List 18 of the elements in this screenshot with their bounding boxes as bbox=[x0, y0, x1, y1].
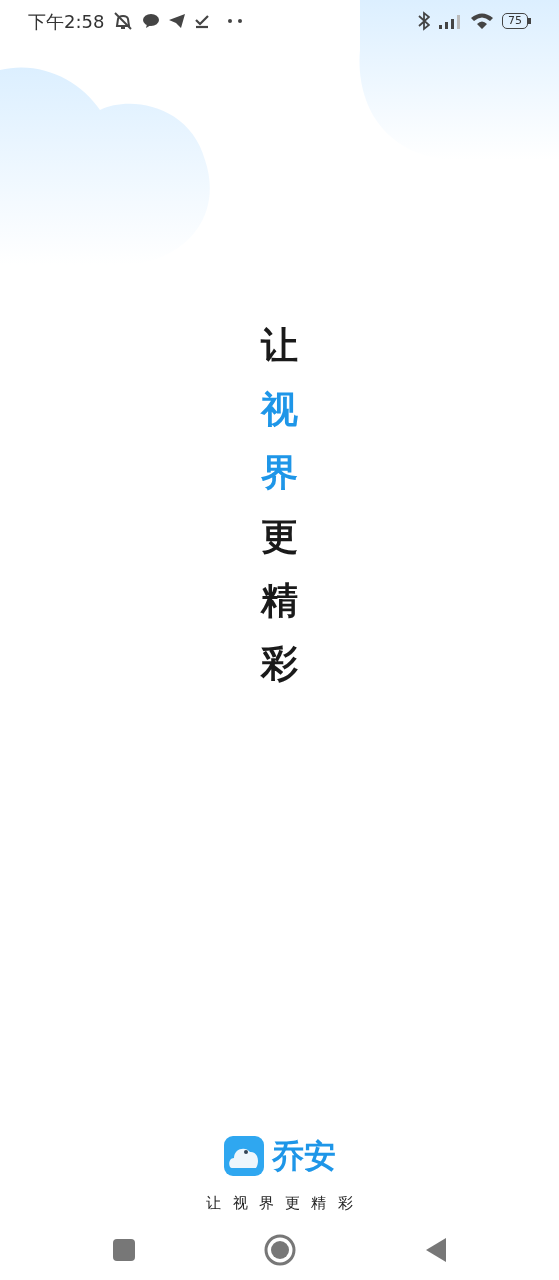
signal-icon bbox=[438, 13, 462, 29]
send-icon bbox=[168, 13, 187, 29]
home-button[interactable] bbox=[263, 1234, 296, 1266]
status-time: 下午2:58 bbox=[28, 9, 105, 34]
battery-tip-icon bbox=[528, 18, 531, 24]
slogan-text: 视界 bbox=[261, 386, 298, 497]
slogan-text: 让 bbox=[261, 323, 298, 369]
bluetooth-icon bbox=[418, 11, 430, 31]
recent-apps-button[interactable] bbox=[112, 1239, 135, 1261]
chat-bubble-icon bbox=[142, 13, 161, 29]
download-done-icon bbox=[194, 13, 211, 29]
slogan-text: 更精彩 bbox=[261, 513, 298, 688]
more-icon bbox=[226, 18, 245, 24]
brand-name: 乔安 bbox=[271, 1139, 336, 1172]
app-logo-icon bbox=[223, 1135, 264, 1176]
tagline: 让视界更精彩 bbox=[206, 1192, 364, 1214]
wifi-icon bbox=[470, 12, 494, 30]
back-button[interactable] bbox=[424, 1237, 447, 1263]
